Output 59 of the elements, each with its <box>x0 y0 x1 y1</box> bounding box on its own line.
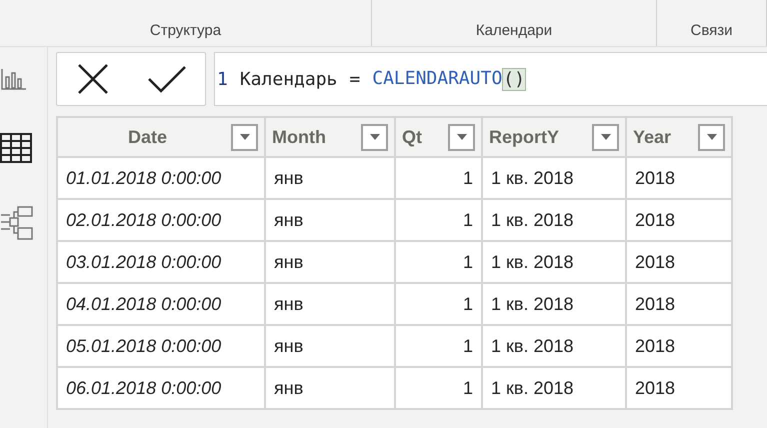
formula-parentheses: () <box>502 68 526 90</box>
table-cell: 1 <box>395 367 482 409</box>
table-cell: 1 кв. 2018 <box>482 367 626 409</box>
model-diagram-icon[interactable] <box>0 205 34 241</box>
table-cell: 04.01.2018 0:00:00 <box>57 283 265 325</box>
table-cell: 1 кв. 2018 <box>482 325 626 367</box>
table-cell: янв <box>265 367 395 409</box>
table-cell: янв <box>265 199 395 241</box>
table-cell: 06.01.2018 0:00:00 <box>57 367 265 409</box>
caret-icon <box>600 134 610 140</box>
table-cell: 2018 <box>626 325 732 367</box>
column-header: Year <box>633 126 672 148</box>
table-cell: 01.01.2018 0:00:00 <box>57 157 265 199</box>
table-cell: 1 кв. 2018 <box>482 199 626 241</box>
table-cell: 1 <box>395 283 482 325</box>
caret-icon <box>240 134 250 140</box>
table-grid-icon[interactable] <box>0 133 32 163</box>
caret-icon <box>456 134 466 140</box>
table-cell: 02.01.2018 0:00:00 <box>57 199 265 241</box>
table-cell: янв <box>265 283 395 325</box>
formula-text: Календарь <box>240 68 338 90</box>
table-cell: 05.01.2018 0:00:00 <box>57 325 265 367</box>
checkmark-icon[interactable] <box>146 65 186 93</box>
table-cell: 1 <box>395 157 482 199</box>
table-cell: 1 кв. 2018 <box>482 241 626 283</box>
filter-dropdown-button[interactable] <box>361 124 388 150</box>
table-cell: 2018 <box>626 283 732 325</box>
table-cell: 1 кв. 2018 <box>482 283 626 325</box>
table-cell: 2018 <box>626 367 732 409</box>
table-cell: 1 <box>395 241 482 283</box>
column-header: Month <box>272 126 327 148</box>
close-icon[interactable] <box>76 62 110 96</box>
column-header: ReportY <box>489 126 560 148</box>
formula-operator: = <box>349 68 360 90</box>
column-header: Qt <box>402 126 423 148</box>
caret-icon <box>706 134 716 140</box>
ribbon-group-label: Структура <box>150 22 222 39</box>
filter-dropdown-button[interactable] <box>698 124 725 150</box>
filter-dropdown-button[interactable] <box>448 124 475 150</box>
filter-dropdown-button[interactable] <box>592 124 619 150</box>
filter-dropdown-button[interactable] <box>231 124 258 150</box>
table-cell: 1 <box>395 199 482 241</box>
table-cell: янв <box>265 325 395 367</box>
column-header: Date <box>126 126 168 148</box>
table-cell: янв <box>265 157 395 199</box>
formula-input-field[interactable]: 1 Календарь = CALENDARAUTO() <box>214 52 767 106</box>
ribbon-group-label: Календари <box>476 22 552 39</box>
ribbon-group-label: Связи <box>690 22 732 39</box>
line-number: 1 <box>217 68 228 90</box>
table-cell: 03.01.2018 0:00:00 <box>57 241 265 283</box>
table-cell: 2018 <box>626 157 732 199</box>
report-view-icon[interactable] <box>0 67 28 91</box>
table-cell: янв <box>265 241 395 283</box>
formula-function: CALENDARAUTO <box>372 68 502 90</box>
table-cell: 1 <box>395 325 482 367</box>
table-cell: 2018 <box>626 241 732 283</box>
table-cell: 2018 <box>626 199 732 241</box>
caret-icon <box>370 134 380 140</box>
table-cell: 1 кв. 2018 <box>482 157 626 199</box>
